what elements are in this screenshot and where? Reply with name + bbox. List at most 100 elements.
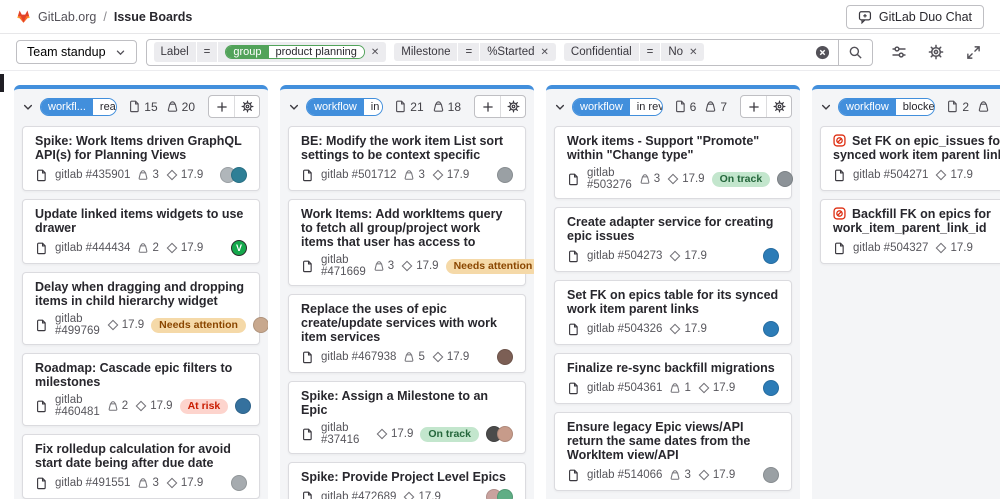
card-weight: 5: [403, 351, 424, 363]
card-title: Finalize re-sync backfill migrations: [567, 361, 779, 375]
board-card[interactable]: Spike: Provide Project Level Epics gitla…: [288, 462, 526, 499]
list-settings-gear-icon[interactable]: [234, 96, 259, 117]
token-value: groupproduct planning ✕: [218, 42, 386, 62]
card-milestone: 17.9: [107, 319, 144, 331]
assignee-avatars: [231, 475, 247, 491]
settings-gear-icon[interactable]: [925, 41, 947, 63]
assignee-avatars: [486, 489, 513, 499]
assignee-avatars: [220, 167, 247, 183]
duo-chat-label: GitLab Duo Chat: [879, 10, 972, 24]
board-card[interactable]: Ensure legacy Epic views/API return the …: [554, 412, 792, 491]
column-label[interactable]: workflow in dev: [306, 98, 383, 116]
card-weight: 3: [639, 173, 660, 185]
add-issue-button[interactable]: [209, 96, 234, 117]
column-label[interactable]: workflow blocked: [838, 98, 935, 116]
collapse-column-chevron-icon[interactable]: [22, 101, 34, 113]
scoped-label: groupproduct planning: [225, 45, 364, 59]
card-milestone: 17.9: [669, 323, 706, 335]
card-milestone: 17.9: [403, 491, 440, 499]
board-card[interactable]: BE: Modify the work item List sort setti…: [288, 126, 526, 191]
milestone-icon: [166, 242, 178, 254]
issue-type-icon: [301, 491, 314, 499]
weight-icon: [137, 169, 149, 181]
add-issue-button[interactable]: [475, 96, 500, 117]
weight-icon: [137, 477, 149, 489]
board-card[interactable]: Fix rolledup calculation for avoid start…: [22, 434, 260, 499]
board-selector-dropdown[interactable]: Team standup: [16, 40, 137, 64]
collapse-column-chevron-icon[interactable]: [288, 101, 300, 113]
column-label-value: in review: [630, 99, 663, 115]
card-title: Work Items: Add workItems query to fetch…: [301, 207, 513, 249]
token-value-text: %Started: [487, 46, 534, 58]
board-card[interactable]: Work Items: Add workItems query to fetch…: [288, 199, 526, 286]
issue-count: 2: [962, 100, 969, 114]
milestone-icon: [401, 260, 413, 272]
weight-icon: [107, 400, 119, 412]
token-remove-icon[interactable]: ✕: [689, 47, 697, 58]
duo-chat-button[interactable]: GitLab Duo Chat: [846, 5, 984, 29]
board-card[interactable]: Delay when dragging and dropping items i…: [22, 272, 260, 345]
blocked-icon: [833, 134, 846, 147]
column-label[interactable]: workflow in review: [572, 98, 663, 116]
board-card[interactable]: Spike: Assign a Milestone to an Epic git…: [288, 381, 526, 454]
card-weight: 3: [403, 169, 424, 181]
token-value-text: No: [668, 46, 683, 58]
card-meta: gitlab #435901 3 17.9: [35, 167, 247, 183]
filter-token[interactable]: Confidential = No ✕: [564, 43, 705, 61]
board-card[interactable]: Finalize re-sync backfill migrations git…: [554, 353, 792, 404]
board-card[interactable]: Create adapter service for creating epic…: [554, 207, 792, 272]
add-issue-button[interactable]: [741, 96, 766, 117]
breadcrumb-page[interactable]: Issue Boards: [114, 10, 193, 24]
card-reference: gitlab #467938: [321, 351, 396, 363]
card-reference: gitlab #504327: [853, 242, 928, 254]
card-reference: gitlab #472689: [321, 491, 396, 499]
issue-count-icon: [674, 100, 687, 113]
collapse-column-chevron-icon[interactable]: [554, 101, 566, 113]
collapse-column-chevron-icon[interactable]: [820, 101, 832, 113]
card-reference: gitlab #503276: [587, 167, 632, 191]
assignee-avatars: [763, 321, 779, 337]
board-card[interactable]: Replace the uses of epic create/update s…: [288, 294, 526, 373]
filter-token[interactable]: Label = groupproduct planning ✕: [154, 42, 387, 62]
milestone-icon: [376, 428, 388, 440]
assignee-avatars: [235, 398, 251, 414]
token-remove-icon[interactable]: ✕: [541, 47, 549, 58]
board-card[interactable]: Spike: Work Items driven GraphQL API(s) …: [22, 126, 260, 191]
column-header: workflow blocked 2: [812, 89, 1000, 124]
milestone-icon: [669, 323, 681, 335]
card-weight: 3: [669, 469, 690, 481]
list-settings-gear-icon[interactable]: [766, 96, 791, 117]
card-milestone: 17.9: [135, 400, 172, 412]
filter-token[interactable]: Milestone = %Started ✕: [394, 43, 556, 61]
card-meta: gitlab #504273 17.9: [567, 248, 779, 264]
assignee-avatars: [497, 167, 513, 183]
filtered-search-input[interactable]: Label = groupproduct planning ✕ Mileston…: [146, 39, 873, 66]
board-card[interactable]: Set FK on epics table for its synced wor…: [554, 280, 792, 345]
search-button[interactable]: [838, 40, 872, 65]
fullscreen-expand-icon[interactable]: [962, 41, 984, 63]
board-card[interactable]: Backfill FK on epics for work_item_paren…: [820, 199, 1000, 264]
assignee-avatars: [253, 317, 268, 333]
card-reference: gitlab #491551: [55, 477, 130, 489]
vertical-scrollbar-fragment[interactable]: [0, 74, 4, 92]
token-remove-icon[interactable]: ✕: [371, 47, 379, 58]
token-field: Label: [154, 42, 196, 62]
list-settings-gear-icon[interactable]: [500, 96, 525, 117]
clear-search-icon[interactable]: [807, 45, 838, 60]
breadcrumb-group[interactable]: GitLab.org: [38, 10, 96, 24]
card-milestone: 17.9: [698, 469, 735, 481]
column-header: workflow in review 6 7: [546, 89, 800, 124]
column-label[interactable]: workfl... ready for developme...: [40, 98, 117, 116]
board-card[interactable]: Roadmap: Cascade epic filters to milesto…: [22, 353, 260, 426]
health-status-badge: Needs attention: [151, 318, 246, 333]
board-card[interactable]: Set FK on epic_issues for its synced wor…: [820, 126, 1000, 191]
card-meta: gitlab #491551 3 17.9: [35, 475, 247, 491]
board-config-sliders-icon[interactable]: [888, 41, 910, 63]
board-card[interactable]: Update linked items widgets to use drawe…: [22, 199, 260, 264]
blocked-icon: [833, 207, 846, 220]
assignee-avatar: [777, 171, 793, 187]
issue-board: workfl... ready for developme... 15 20: [0, 71, 1000, 499]
board-card[interactable]: Work items - Support "Promote" within "C…: [554, 126, 792, 199]
issue-type-icon: [35, 242, 48, 255]
card-meta: gitlab #472689 17.9: [301, 489, 513, 499]
